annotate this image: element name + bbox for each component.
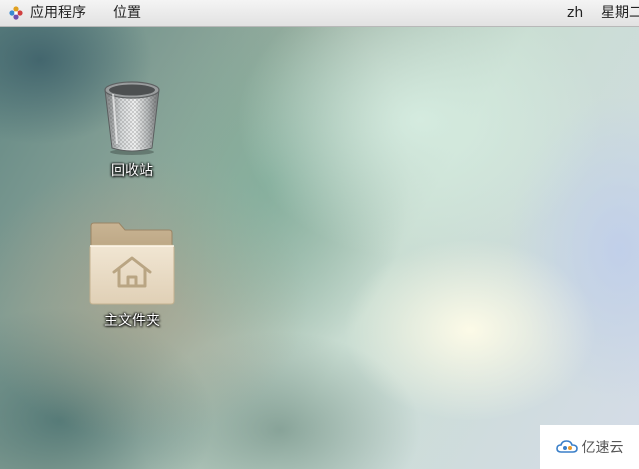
home-folder-icon bbox=[89, 222, 175, 305]
watermark-text: 亿速云 bbox=[581, 440, 624, 456]
desktop-screen: 应用程序 位置 zh 星期二 回收站 主文件夹 亿速云 bbox=[0, 0, 639, 469]
desktop-icon-label: 主文件夹 bbox=[104, 313, 160, 329]
cloud-logo-icon bbox=[555, 440, 578, 453]
desktop-icon-home-folder[interactable]: 主文件夹 bbox=[82, 220, 182, 330]
watermark: 亿速云 bbox=[540, 425, 639, 469]
input-language-indicator[interactable]: zh bbox=[567, 0, 583, 26]
desktop-icon-label: 回收站 bbox=[111, 163, 153, 179]
applications-menu[interactable]: 应用程序 bbox=[8, 0, 86, 26]
places-menu[interactable]: 位置 bbox=[113, 0, 141, 26]
top-panel: 应用程序 位置 zh 星期二 bbox=[0, 0, 639, 27]
applications-logo-icon bbox=[9, 6, 23, 20]
applications-menu-label: 应用程序 bbox=[30, 5, 86, 21]
clock[interactable]: 星期二 bbox=[601, 0, 639, 26]
trash-icon bbox=[104, 81, 160, 155]
desktop-icon-trash[interactable]: 回收站 bbox=[92, 78, 172, 180]
